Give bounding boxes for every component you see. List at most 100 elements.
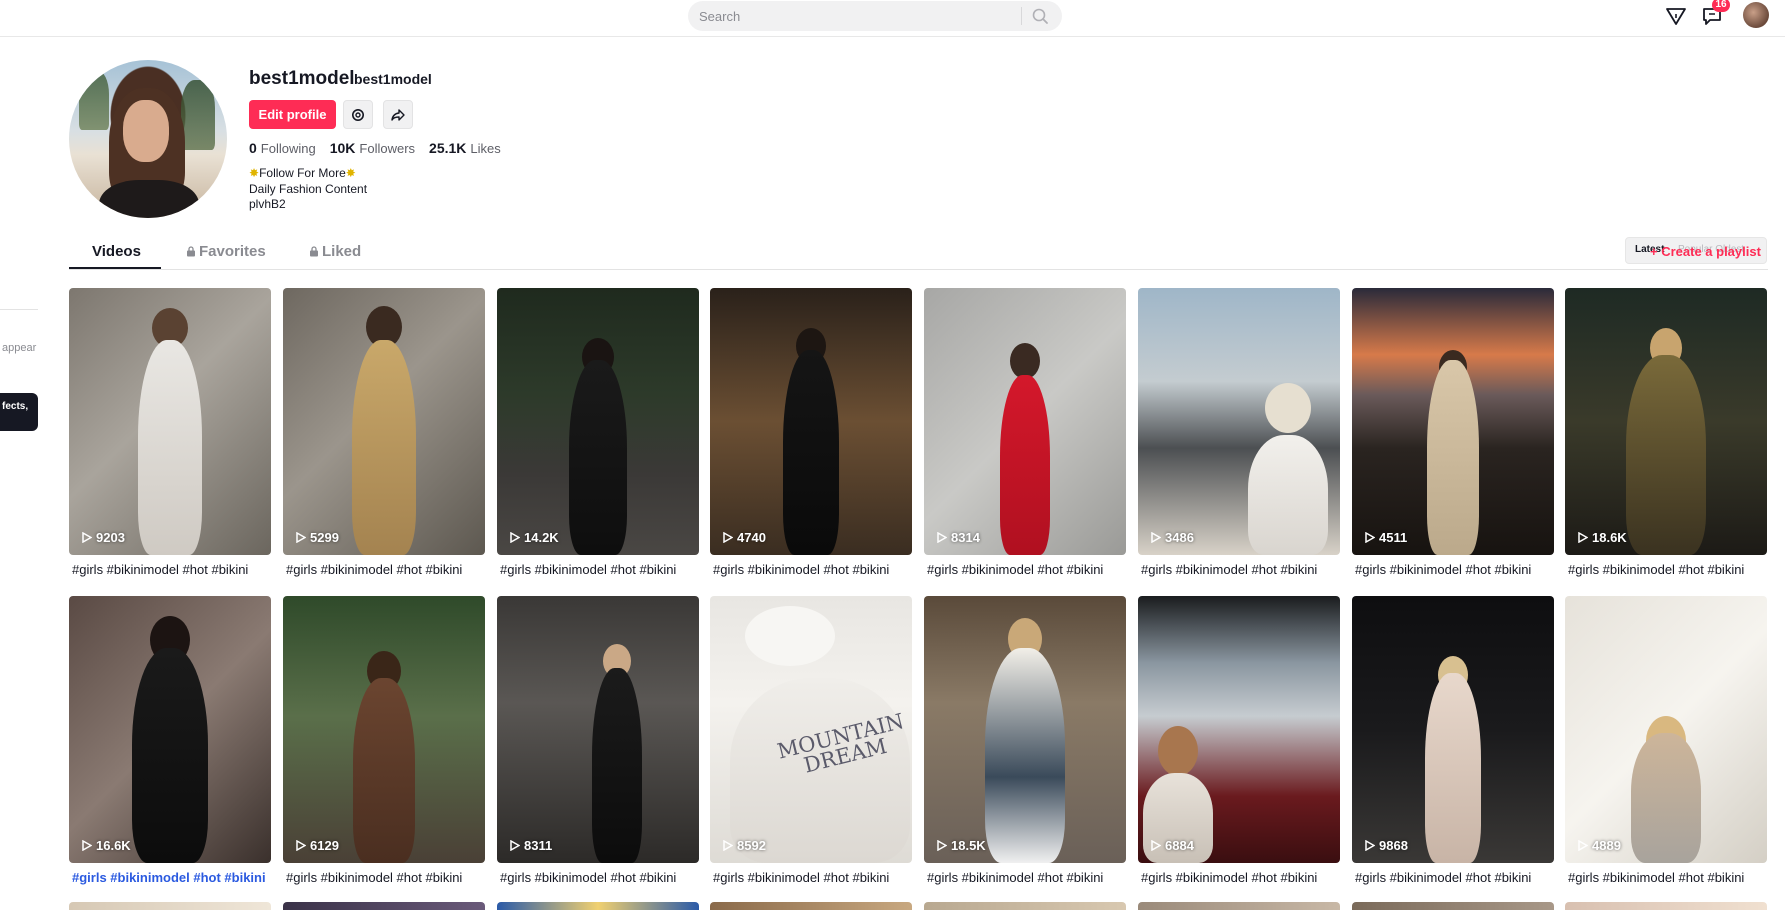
play-icon bbox=[1151, 840, 1161, 851]
video-caption[interactable]: #girls #bikinimodel #hot #bikini bbox=[713, 870, 889, 885]
video-thumbnail-peek[interactable] bbox=[69, 902, 271, 910]
sidebar-effects-button[interactable]: fects, bbox=[0, 393, 38, 431]
play-icon bbox=[937, 840, 947, 851]
play-icon bbox=[296, 532, 306, 543]
video-thumbnail-peek[interactable] bbox=[1565, 902, 1767, 910]
view-count: 16.6K bbox=[81, 838, 131, 853]
view-count: 4740 bbox=[722, 530, 766, 545]
video-caption[interactable]: #girls #bikinimodel #hot #bikini bbox=[1141, 870, 1317, 885]
profile-avatar[interactable] bbox=[69, 60, 227, 218]
video-thumbnail[interactable] bbox=[283, 288, 485, 555]
video-thumbnail[interactable] bbox=[1565, 288, 1767, 555]
search-bar[interactable] bbox=[688, 1, 1062, 31]
video-thumbnail[interactable] bbox=[1352, 288, 1554, 555]
view-count: 8592 bbox=[722, 838, 766, 853]
view-count: 4511 bbox=[1364, 530, 1407, 545]
notification-badge: 16 bbox=[1712, 0, 1730, 12]
video-thumbnail[interactable] bbox=[497, 288, 699, 555]
play-icon bbox=[1365, 840, 1375, 851]
top-bar: 16 bbox=[0, 0, 1785, 37]
video-thumbnail[interactable] bbox=[924, 288, 1126, 555]
video-caption[interactable]: #girls #bikinimodel #hot #bikini bbox=[1568, 870, 1744, 885]
view-count: 9868 bbox=[1364, 838, 1408, 853]
video-thumbnail[interactable] bbox=[69, 288, 271, 555]
profile-bio: ✸Follow For More✸ Daily Fashion Content … bbox=[249, 166, 367, 213]
view-count: 4889 bbox=[1577, 838, 1621, 853]
profile-stats: 0 Following 10K Followers 25.1K Likes bbox=[249, 140, 501, 156]
play-icon bbox=[82, 532, 92, 543]
video-caption[interactable]: #girls #bikinimodel #hot #bikini bbox=[286, 870, 462, 885]
video-caption[interactable]: #girls #bikinimodel #hot #bikini bbox=[500, 870, 676, 885]
video-caption[interactable]: #girls #bikinimodel #hot #bikini bbox=[72, 562, 248, 577]
video-caption[interactable]: #girls #bikinimodel #hot #bikini bbox=[713, 562, 889, 577]
video-thumbnail-peek[interactable] bbox=[283, 902, 485, 910]
search-input[interactable] bbox=[699, 8, 999, 24]
video-caption[interactable]: #girls #bikinimodel #hot #bikini bbox=[1355, 562, 1531, 577]
likes-stat: 25.1K Likes bbox=[429, 140, 501, 156]
play-icon bbox=[723, 532, 733, 543]
play-icon bbox=[723, 840, 733, 851]
view-count: 8311 bbox=[509, 838, 552, 853]
video-caption[interactable]: #girls #bikinimodel #hot #bikini bbox=[286, 562, 462, 577]
play-icon bbox=[510, 532, 520, 543]
play-icon bbox=[510, 840, 520, 851]
view-count: 5299 bbox=[295, 530, 339, 545]
bio-line-2: Daily Fashion Content bbox=[249, 181, 368, 196]
video-thumbnail[interactable] bbox=[1352, 596, 1554, 863]
video-thumbnail-peek[interactable] bbox=[497, 902, 699, 910]
lock-icon bbox=[310, 246, 318, 257]
following-stat[interactable]: 0 Following bbox=[249, 140, 316, 156]
video-thumbnail-peek[interactable] bbox=[924, 902, 1126, 910]
play-icon bbox=[1365, 532, 1375, 543]
sparkle-icon: ✸ bbox=[345, 166, 356, 180]
video-caption[interactable]: #girls #bikinimodel #hot #bikini bbox=[1355, 870, 1531, 885]
followers-stat[interactable]: 10K Followers bbox=[330, 140, 415, 156]
view-count: 14.2K bbox=[509, 530, 559, 545]
sidebar-partial-text: appear bbox=[2, 342, 37, 354]
video-thumbnail[interactable] bbox=[69, 596, 271, 863]
user-avatar[interactable] bbox=[1743, 2, 1769, 28]
video-caption[interactable]: #girls #bikinimodel #hot #bikini bbox=[1568, 562, 1744, 577]
search-icon[interactable] bbox=[1030, 6, 1050, 26]
play-icon bbox=[1578, 532, 1588, 543]
video-thumbnail-peek[interactable] bbox=[1138, 902, 1340, 910]
sparkle-icon: ✸ bbox=[249, 166, 260, 180]
video-thumbnail[interactable] bbox=[1565, 596, 1767, 863]
video-thumbnail[interactable] bbox=[1138, 288, 1340, 555]
profile-username: best1model bbox=[249, 68, 355, 89]
video-caption[interactable]: #girls #bikinimodel #hot #bikini bbox=[927, 562, 1103, 577]
view-count: 3486 bbox=[1150, 530, 1194, 545]
tab-favorites[interactable]: Favorites bbox=[186, 243, 266, 260]
video-caption[interactable]: #girls #bikinimodel #hot #bikini bbox=[500, 562, 676, 577]
gear-icon bbox=[352, 108, 364, 121]
view-count: 18.5K bbox=[936, 838, 986, 853]
video-thumbnail[interactable] bbox=[283, 596, 485, 863]
bio-line-3: plvhB2 bbox=[249, 197, 286, 211]
video-thumbnail[interactable] bbox=[710, 288, 912, 555]
bio-line-1: Follow For More bbox=[259, 166, 346, 180]
video-thumbnail[interactable] bbox=[924, 596, 1126, 863]
share-button[interactable] bbox=[383, 100, 413, 129]
view-count: 6129 bbox=[295, 838, 339, 853]
video-thumbnail-peek[interactable] bbox=[710, 902, 912, 910]
video-caption[interactable]: #girls #bikinimodel #hot #bikini bbox=[1141, 562, 1317, 577]
video-thumbnail[interactable]: MOUNTAIN DREAM bbox=[710, 596, 912, 863]
sidebar-divider bbox=[0, 309, 38, 310]
tab-liked[interactable]: Liked bbox=[309, 243, 361, 260]
create-playlist-button[interactable]: + Create a playlist bbox=[1650, 244, 1761, 259]
filter-icon[interactable] bbox=[1664, 4, 1688, 28]
view-count: 6884 bbox=[1150, 838, 1194, 853]
profile-nickname: best1model bbox=[354, 71, 432, 87]
play-icon bbox=[937, 532, 947, 543]
share-icon bbox=[391, 108, 405, 121]
tab-videos[interactable]: Videos bbox=[92, 243, 141, 260]
video-thumbnail[interactable] bbox=[1138, 596, 1340, 863]
video-caption[interactable]: #girls #bikinimodel #hot #bikini bbox=[927, 870, 1103, 885]
play-icon bbox=[82, 840, 92, 851]
video-thumbnail[interactable] bbox=[497, 596, 699, 863]
settings-button[interactable] bbox=[343, 100, 373, 129]
video-caption[interactable]: #girls #bikinimodel #hot #bikini bbox=[72, 870, 266, 885]
video-thumbnail-peek[interactable] bbox=[1352, 902, 1554, 910]
edit-profile-button[interactable]: Edit profile bbox=[249, 100, 336, 129]
search-divider bbox=[1021, 7, 1022, 25]
